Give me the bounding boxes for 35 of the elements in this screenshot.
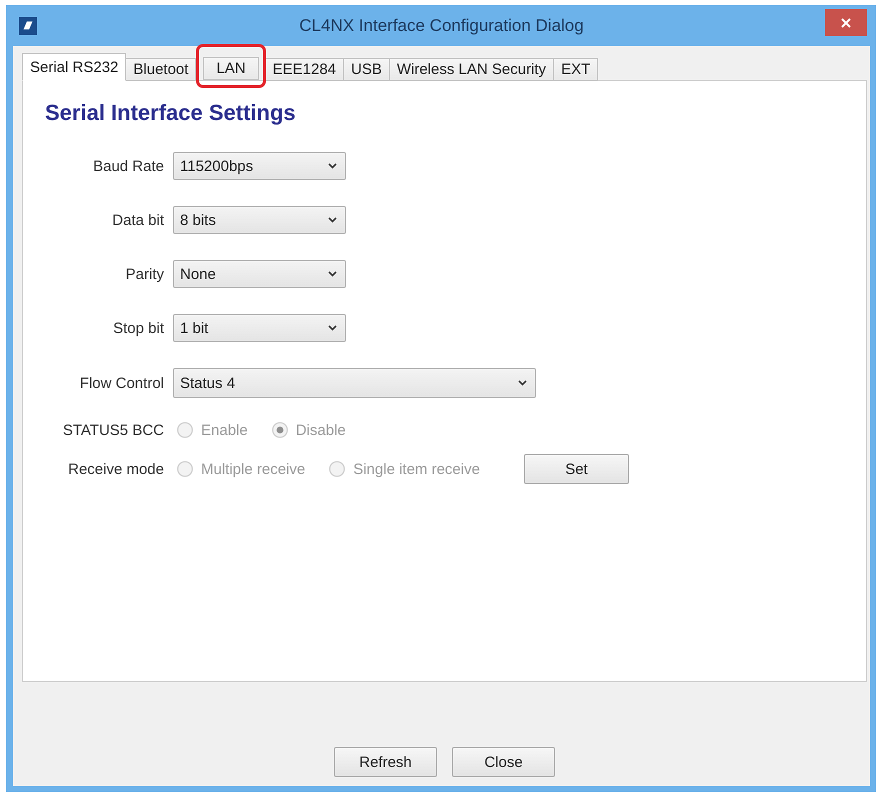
dropdown[interactable]: 115200bps	[173, 152, 346, 180]
radio-label: Single item receive	[353, 460, 480, 478]
radio-label: Multiple receive	[201, 460, 306, 478]
close-icon	[841, 18, 851, 28]
chevron-down-icon	[328, 163, 337, 169]
chevron-down-icon	[518, 380, 527, 386]
field-label: Data bit	[111, 212, 164, 228]
dialog-button[interactable]: Close	[452, 747, 555, 777]
section-heading: Serial Interface Settings	[44, 99, 297, 126]
tab[interactable]: Wireless LAN Security	[390, 58, 554, 81]
window-title: CL4NX Interface Configuration Dialog	[299, 16, 584, 36]
tab[interactable]: Bluetoot	[126, 58, 196, 81]
radio-label: Enable	[201, 422, 248, 438]
chevron-down-icon	[328, 217, 337, 223]
radio-label: Disable	[296, 422, 346, 438]
field-label: Baud Rate	[92, 158, 164, 174]
field-label: Stop bit	[112, 320, 164, 336]
chevron-down-icon	[328, 325, 337, 331]
field-label: Flow Control	[78, 374, 164, 392]
dropdown[interactable]: 1 bit	[173, 314, 346, 342]
field-label: Receive mode	[67, 460, 164, 478]
dropdown[interactable]: Status 4	[173, 368, 536, 398]
dialog-button[interactable]: Refresh	[334, 747, 437, 777]
app-icon	[19, 16, 37, 34]
tab[interactable]: Serial RS232	[22, 53, 126, 81]
tab[interactable]: LAN	[203, 57, 259, 80]
dropdown[interactable]: 8 bits	[173, 206, 346, 234]
tab[interactable]: EEE1284	[266, 58, 344, 81]
field-label: Parity	[124, 266, 164, 282]
close-button[interactable]	[825, 9, 867, 36]
field-label: STATUS5 BCC	[62, 422, 164, 438]
chevron-down-icon	[328, 271, 337, 277]
dropdown[interactable]: None	[173, 260, 346, 288]
tab[interactable]: USB	[344, 58, 390, 81]
tab[interactable]: EXT	[554, 58, 598, 81]
